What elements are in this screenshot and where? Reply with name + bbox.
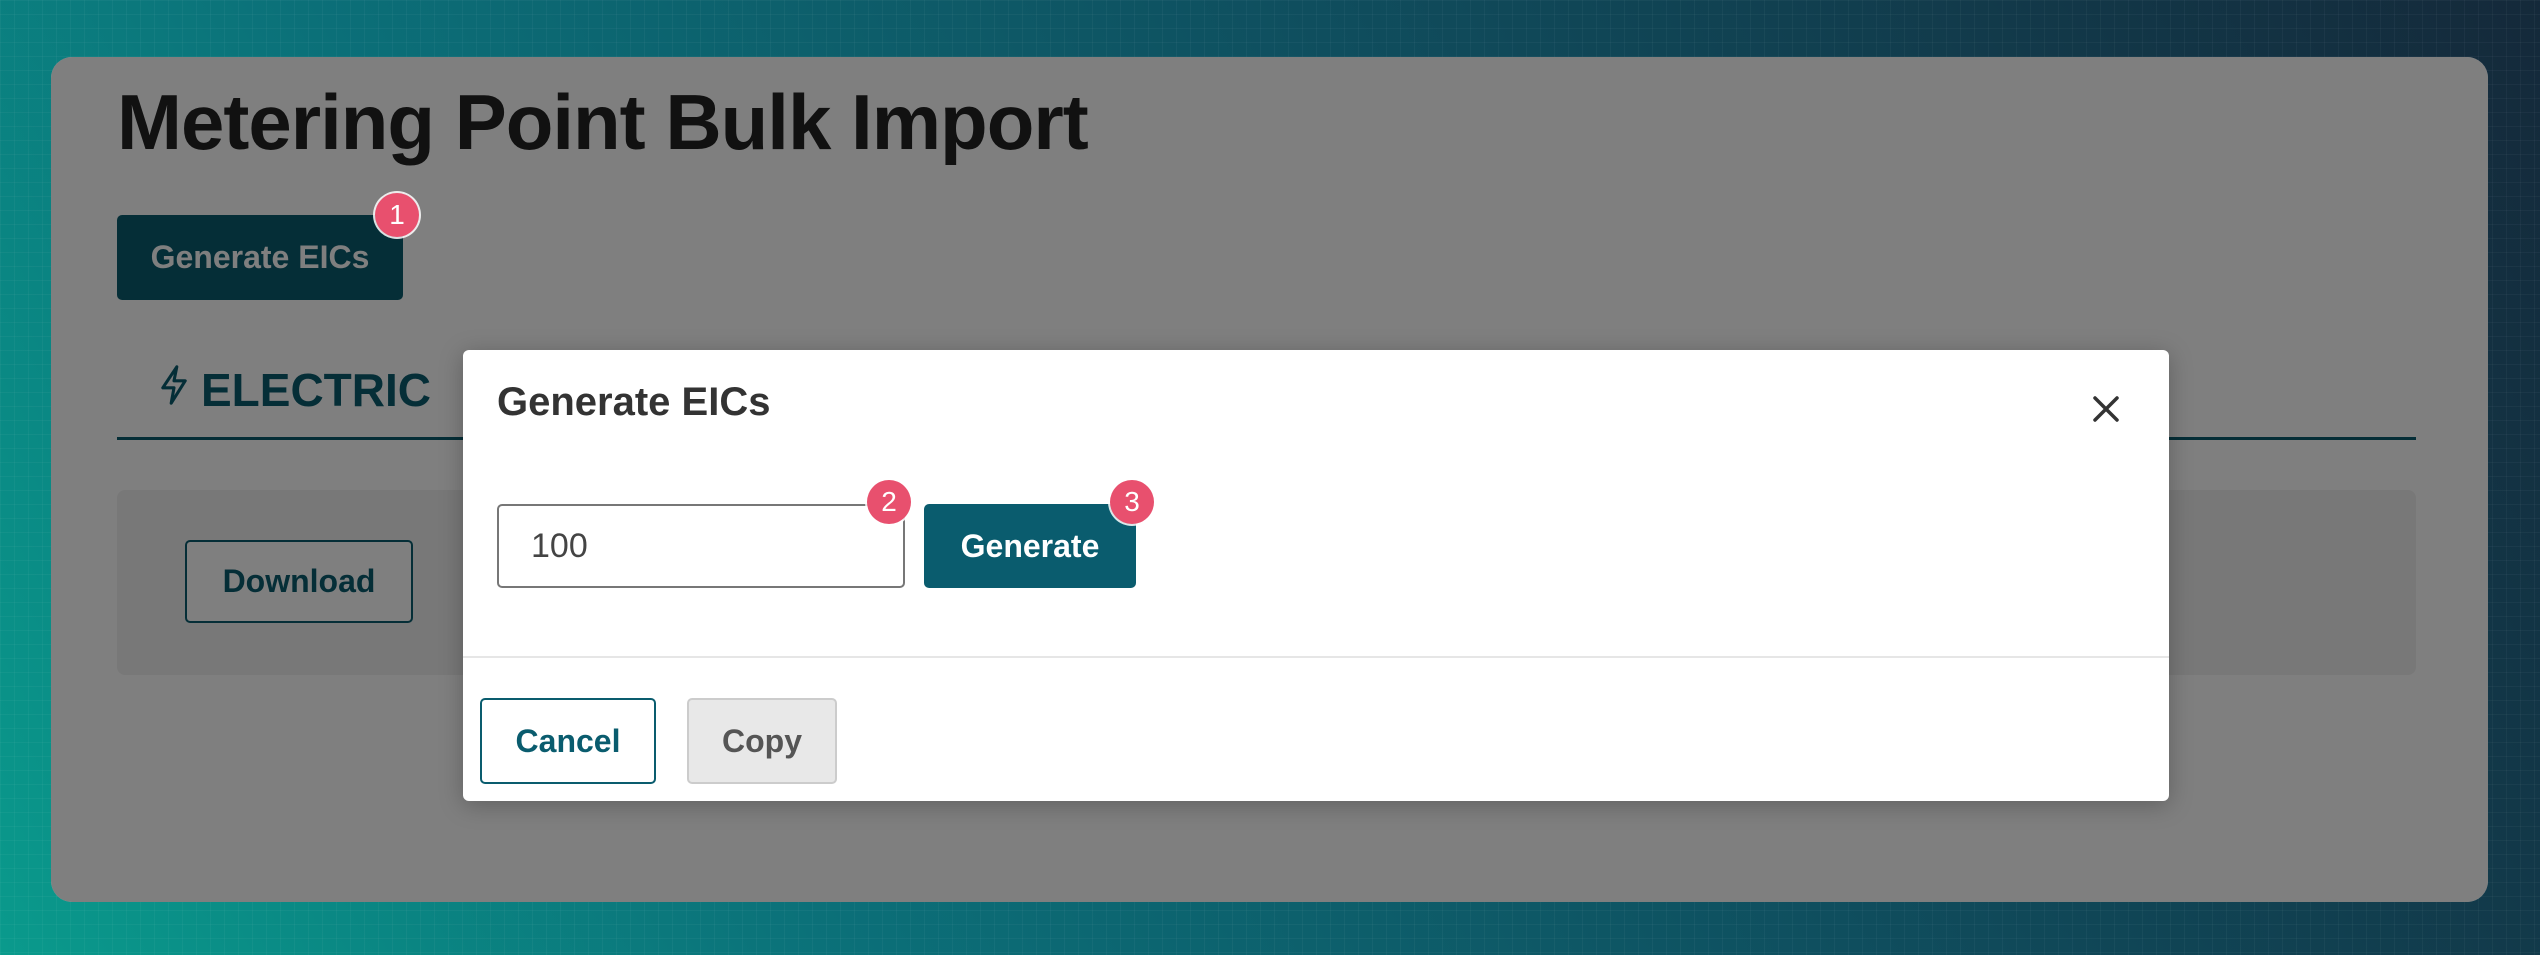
dialog-title: Generate EICs <box>497 380 771 424</box>
generate-button[interactable]: Generate <box>924 504 1136 588</box>
close-icon <box>2093 396 2119 422</box>
step-badge-2: 2 <box>867 480 911 524</box>
generate-eics-dialog: Generate EICs Generate Cancel Copy 2 3 <box>463 350 2169 801</box>
quantity-input[interactable] <box>497 504 905 588</box>
step-badge-1: 1 <box>375 193 419 237</box>
close-button[interactable] <box>2085 388 2127 430</box>
step-badge-3: 3 <box>1110 480 1154 524</box>
dialog-divider <box>463 656 2169 658</box>
copy-button[interactable]: Copy <box>687 698 837 784</box>
app-window: Metering Point Bulk Import Generate EICs… <box>51 57 2488 902</box>
cancel-button[interactable]: Cancel <box>480 698 656 784</box>
